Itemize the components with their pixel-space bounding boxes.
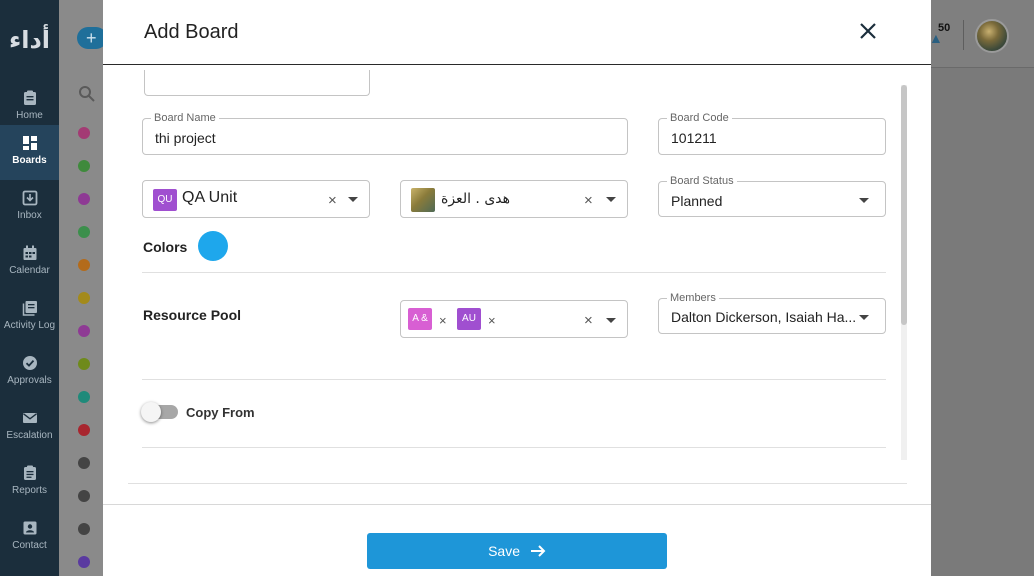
- board-color-dot: [78, 556, 90, 568]
- check-circle-icon: [22, 356, 37, 370]
- sidebar-item-boards[interactable]: Boards: [0, 125, 59, 180]
- resource-chip: A &: [408, 308, 432, 330]
- clear-icon[interactable]: ×: [328, 193, 337, 208]
- board-color-dot: [78, 127, 90, 139]
- sidebar-item-escalation[interactable]: Escalation: [0, 400, 59, 455]
- board-name-field[interactable]: Board Name thi project: [142, 112, 628, 155]
- board-color-dot: [78, 325, 90, 337]
- sidebar-item-activity-log[interactable]: Activity Log: [0, 290, 59, 345]
- board-color-dot: [78, 391, 90, 403]
- sidebar-item-label: Home: [16, 110, 43, 121]
- modal-title: Add Board: [144, 21, 239, 43]
- sidebar-item-label: Reports: [11, 485, 47, 496]
- unit-chip: QU: [153, 189, 177, 211]
- clipboard-icon: [23, 90, 36, 105]
- clear-icon[interactable]: ×: [584, 193, 593, 208]
- modal-header: Add Board: [103, 0, 931, 65]
- board-color-dot: [78, 424, 90, 436]
- board-color-dot: [78, 259, 90, 271]
- calendar-icon: [23, 245, 36, 260]
- unit-value: QA Unit: [182, 189, 238, 206]
- sidebar-item-label: Escalation: [6, 430, 53, 441]
- divider: [142, 447, 886, 448]
- remove-chip-icon[interactable]: ×: [439, 313, 447, 328]
- board-color-dot: [78, 457, 90, 469]
- notification-count: 50: [938, 22, 951, 34]
- board-color-dot: [78, 292, 90, 304]
- toggle-knob[interactable]: [141, 402, 161, 422]
- inbox-icon: [22, 190, 37, 206]
- sidebar-item-reports[interactable]: Reports: [0, 455, 59, 510]
- unit-select[interactable]: QU QA Unit ×: [142, 180, 370, 218]
- boards-grid-icon: [22, 136, 37, 150]
- sidebar-item-label: Calendar: [9, 265, 50, 276]
- report-icon: [23, 465, 36, 480]
- resource-pool-label: Resource Pool: [143, 307, 242, 323]
- chevron-down-icon[interactable]: [859, 315, 869, 320]
- divider: [128, 483, 907, 484]
- close-icon[interactable]: [857, 20, 879, 42]
- board-code-label: Board Code: [667, 112, 732, 124]
- board-color-dot: [78, 358, 90, 370]
- divider: [142, 379, 886, 380]
- members-value: Dalton Dickerson, Isaiah Ha...: [671, 309, 857, 325]
- chevron-down-icon[interactable]: [606, 318, 616, 323]
- mail-icon: [22, 413, 37, 423]
- sidebar-item-label: Contact: [12, 540, 47, 551]
- sidebar-item-inbox[interactable]: Inbox: [0, 180, 59, 235]
- members-select[interactable]: Members Dalton Dickerson, Isaiah Ha...: [658, 292, 886, 334]
- board-color-dot: [78, 523, 90, 535]
- clear-icon[interactable]: ×: [584, 313, 593, 328]
- chevron-down-icon[interactable]: [859, 198, 869, 203]
- topbar-divider: [963, 20, 964, 50]
- user-avatar[interactable]: [975, 19, 1009, 53]
- board-color-dot: [78, 490, 90, 502]
- sidebar: أداء Home Boards Inbox Calendar Activity…: [0, 0, 59, 576]
- scrolled-field[interactable]: [144, 70, 370, 96]
- board-color-dot: [78, 193, 90, 205]
- color-swatch[interactable]: [198, 231, 228, 261]
- add-board-modal: Add Board Board Name thi project Board C…: [103, 0, 931, 576]
- divider: [142, 272, 886, 273]
- colors-label: Colors: [143, 239, 188, 255]
- save-label: Save: [488, 543, 521, 559]
- sidebar-item-label: Approvals: [7, 375, 52, 386]
- sidebar-item-calendar[interactable]: Calendar: [0, 235, 59, 290]
- board-status-label: Board Status: [667, 175, 737, 187]
- board-color-dot: [78, 226, 90, 238]
- chevron-down-icon[interactable]: [348, 197, 358, 202]
- owner-value: هدى . العزة: [441, 191, 511, 207]
- board-status-value: Planned: [671, 193, 723, 209]
- save-button[interactable]: Save: [367, 533, 667, 569]
- board-color-dot: [78, 160, 90, 172]
- remove-chip-icon[interactable]: ×: [488, 313, 496, 328]
- board-code-value: 101211: [671, 130, 717, 146]
- contact-card-icon: [23, 521, 36, 535]
- owner-avatar: [411, 188, 435, 212]
- sidebar-item-label: Inbox: [17, 210, 42, 221]
- resource-pool-select[interactable]: A & × AU × ×: [400, 300, 628, 338]
- search-icon: [79, 86, 95, 102]
- chevron-down-icon[interactable]: [606, 197, 616, 202]
- app-logo: أداء: [8, 26, 51, 54]
- owner-select[interactable]: هدى . العزة ×: [400, 180, 628, 218]
- board-status-select[interactable]: Board Status Planned: [658, 175, 886, 217]
- copy-from-label: Copy From: [186, 405, 255, 420]
- scrollbar-thumb[interactable]: [901, 85, 907, 325]
- members-label: Members: [667, 292, 719, 304]
- resource-chip: AU: [457, 308, 481, 330]
- sidebar-item-label: Boards: [12, 155, 47, 166]
- board-name-label: Board Name: [151, 112, 219, 124]
- board-code-field[interactable]: Board Code 101211: [658, 112, 886, 155]
- board-name-value: thi project: [155, 130, 216, 146]
- arrow-right-icon: [530, 545, 546, 557]
- activity-log-icon: [22, 301, 37, 316]
- sidebar-item-label: Activity Log: [3, 320, 56, 331]
- sidebar-item-contact[interactable]: Contact: [0, 510, 59, 565]
- footer-divider: [103, 504, 931, 505]
- sidebar-item-approvals[interactable]: Approvals: [0, 345, 59, 400]
